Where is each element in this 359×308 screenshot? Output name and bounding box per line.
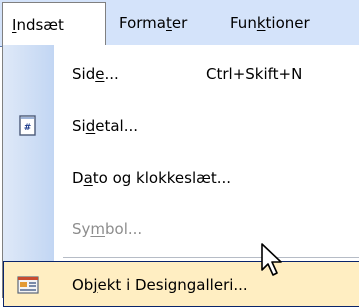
- design-gallery-icon: [17, 276, 39, 294]
- menu-item-design-gallery-object-label: Objekt i Designgalleri...: [72, 276, 248, 294]
- menu-format-label-pre: Forma: [119, 14, 166, 32]
- menu-insert[interactable]: Indsæt: [2, 2, 106, 46]
- mouse-pointer-icon: [261, 243, 282, 276]
- menu-tools[interactable]: Funktioner: [230, 8, 310, 38]
- insert-dropdown-menu: Side... Ctrl+Skift+N # Sidetal... Dato o…: [2, 45, 359, 307]
- menu-tools-label: tioner: [265, 14, 310, 32]
- menu-item-design-gallery-object[interactable]: Objekt i Designgalleri...: [3, 261, 359, 307]
- menu-item-page-number[interactable]: # Sidetal...: [3, 103, 359, 149]
- menu-item-page-shortcut: Ctrl+Skift+N: [206, 65, 303, 83]
- menu-format-label: er: [171, 14, 188, 32]
- menu-separator: [63, 257, 359, 258]
- menu-bar: Indsæt Formater Funktioner: [0, 0, 359, 47]
- menu-item-page[interactable]: Side... Ctrl+Skift+N: [3, 51, 359, 97]
- menu-tools-accesskey: k: [256, 14, 266, 32]
- menu-item-date-time[interactable]: Dato og klokkeslæt...: [3, 155, 359, 201]
- menu-item-symbol-label: Symbol...: [72, 220, 143, 238]
- menu-item-page-number-label: Sidetal...: [72, 117, 139, 135]
- menu-tools-label-pre: Fun: [230, 14, 257, 32]
- menu-insert-label: ndsæt: [16, 16, 64, 34]
- svg-text:#: #: [24, 123, 32, 133]
- menu-item-date-time-label: Dato og klokkeslæt...: [72, 169, 232, 187]
- menu-item-page-label: Side...: [72, 65, 119, 83]
- menu-format[interactable]: Formater: [119, 8, 187, 38]
- menu-item-symbol[interactable]: Symbol...: [3, 206, 359, 252]
- page-number-icon: #: [19, 115, 36, 136]
